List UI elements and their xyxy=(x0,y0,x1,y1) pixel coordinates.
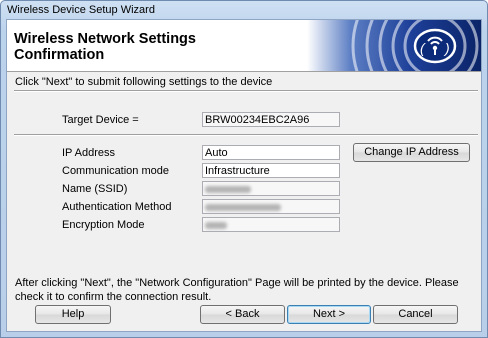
authentication-method-field xyxy=(202,199,340,214)
change-ip-address-button[interactable]: Change IP Address xyxy=(353,143,470,162)
redacted-value xyxy=(205,186,251,193)
communication-mode-field: Infrastructure xyxy=(202,163,340,178)
wireless-signal-icon: ( ) xyxy=(307,20,481,71)
divider xyxy=(14,90,478,92)
back-button[interactable]: < Back xyxy=(200,305,285,324)
divider xyxy=(14,134,478,136)
target-device-field: BRW00234EBC2A96 xyxy=(202,112,340,127)
encryption-mode-label: Encryption Mode xyxy=(62,219,145,231)
next-button[interactable]: Next > xyxy=(287,305,371,324)
page-title: Wireless Network Settings Confirmation xyxy=(14,31,196,63)
ip-address-label: IP Address xyxy=(62,147,115,159)
cancel-button[interactable]: Cancel xyxy=(373,305,458,324)
redacted-value xyxy=(205,204,281,211)
instruction-text: Click "Next" to submit following setting… xyxy=(15,76,273,88)
title-bar[interactable]: Wireless Device Setup Wizard xyxy=(1,1,487,19)
ip-address-field: Auto xyxy=(202,145,340,160)
header-banner: Wireless Network Settings Confirmation (… xyxy=(7,20,481,72)
window-title: Wireless Device Setup Wizard xyxy=(7,4,155,16)
ssid-field xyxy=(202,181,340,196)
wizard-client-area: Wireless Network Settings Confirmation (… xyxy=(6,19,482,332)
encryption-mode-field xyxy=(202,217,340,232)
target-device-label: Target Device = xyxy=(62,114,139,126)
communication-mode-label: Communication mode xyxy=(62,165,169,177)
authentication-method-label: Authentication Method xyxy=(62,201,172,213)
ssid-label: Name (SSID) xyxy=(62,183,128,195)
help-button[interactable]: Help xyxy=(35,305,111,324)
redacted-value xyxy=(205,222,227,229)
wizard-window: Wireless Device Setup Wizard Wireless Ne… xyxy=(0,0,488,338)
print-confirmation-note: After clicking "Next", the "Network Conf… xyxy=(15,277,459,303)
